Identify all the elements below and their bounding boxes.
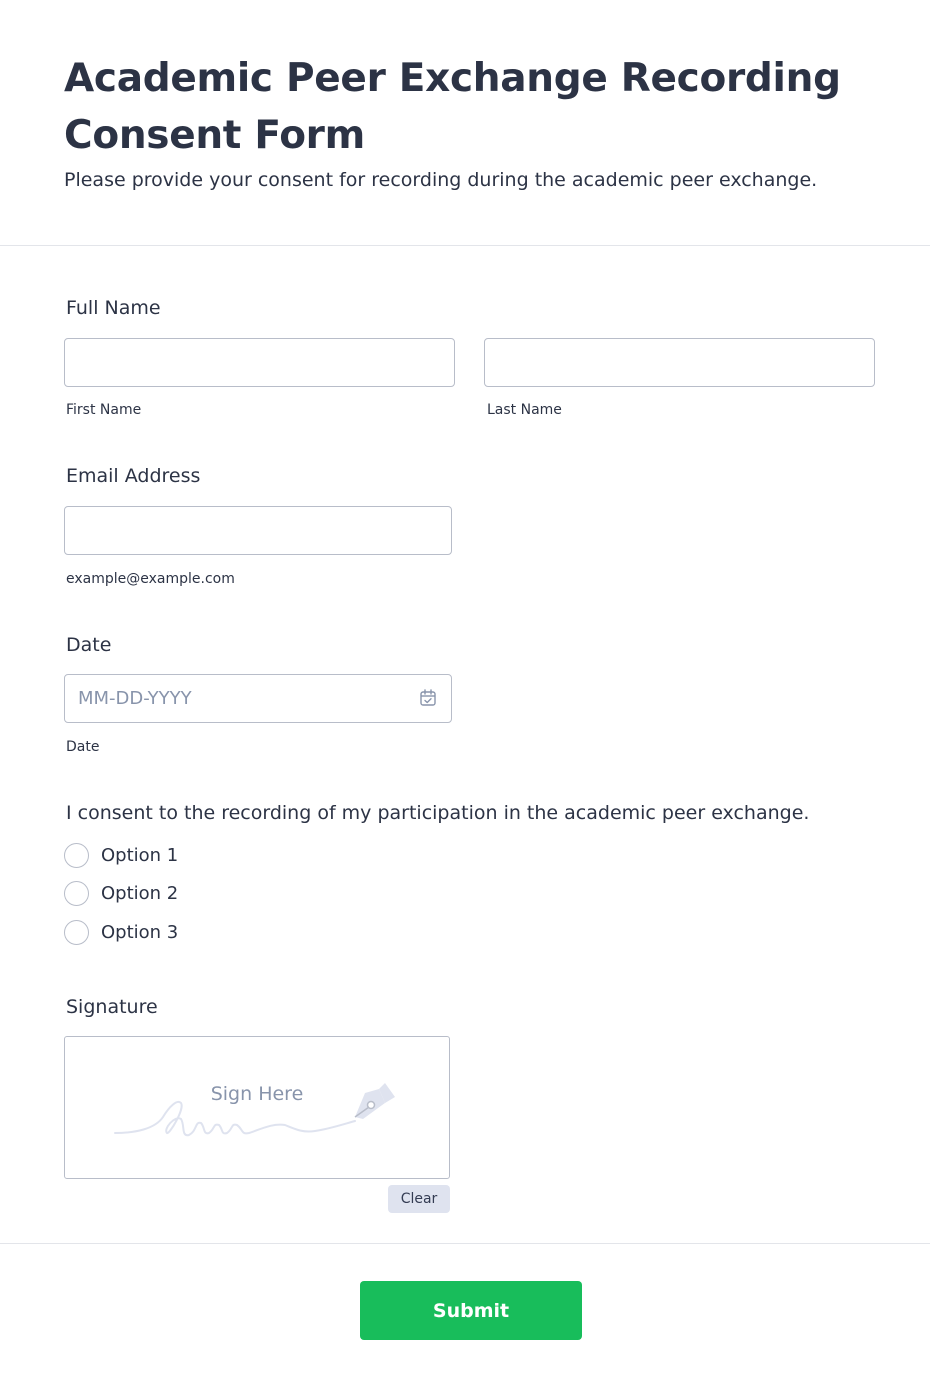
last-name-input[interactable] xyxy=(484,338,875,387)
date-sublabel: Date xyxy=(66,739,100,755)
first-name-sublabel: First Name xyxy=(66,402,142,418)
form-description: Please provide your consent for recordin… xyxy=(64,169,818,191)
email-input[interactable] xyxy=(64,506,452,555)
consent-option-3[interactable]: Option 3 xyxy=(64,919,178,945)
pen-nib-icon xyxy=(354,1083,395,1119)
signature-label: Signature xyxy=(66,996,158,1018)
consent-option-1[interactable]: Option 1 xyxy=(64,842,178,868)
submit-button[interactable]: Submit xyxy=(360,1281,582,1340)
radio-button[interactable] xyxy=(64,842,89,868)
first-name-input[interactable] xyxy=(64,338,455,387)
radio-button[interactable] xyxy=(64,919,89,945)
clear-signature-button[interactable]: Clear xyxy=(388,1185,450,1213)
option-label: Option 2 xyxy=(101,882,179,904)
option-label: Option 3 xyxy=(101,921,179,943)
email-sublabel: example@example.com xyxy=(66,571,235,587)
consent-option-2[interactable]: Option 2 xyxy=(64,880,178,906)
signature-pad[interactable]: Sign Here xyxy=(64,1036,450,1179)
radio-button[interactable] xyxy=(64,880,89,906)
email-label: Email Address xyxy=(66,465,201,487)
date-input[interactable] xyxy=(64,674,452,723)
last-name-sublabel: Last Name xyxy=(487,402,562,418)
form-header: Academic Peer Exchange Recording Consent… xyxy=(0,0,930,246)
full-name-label: Full Name xyxy=(66,297,161,319)
consent-question: I consent to the recording of my partici… xyxy=(66,802,810,824)
calendar-icon[interactable] xyxy=(419,689,437,707)
form-title: Academic Peer Exchange Recording Consent… xyxy=(64,56,841,158)
option-label: Option 1 xyxy=(101,844,179,866)
date-label: Date xyxy=(66,634,112,656)
divider xyxy=(0,1243,930,1244)
